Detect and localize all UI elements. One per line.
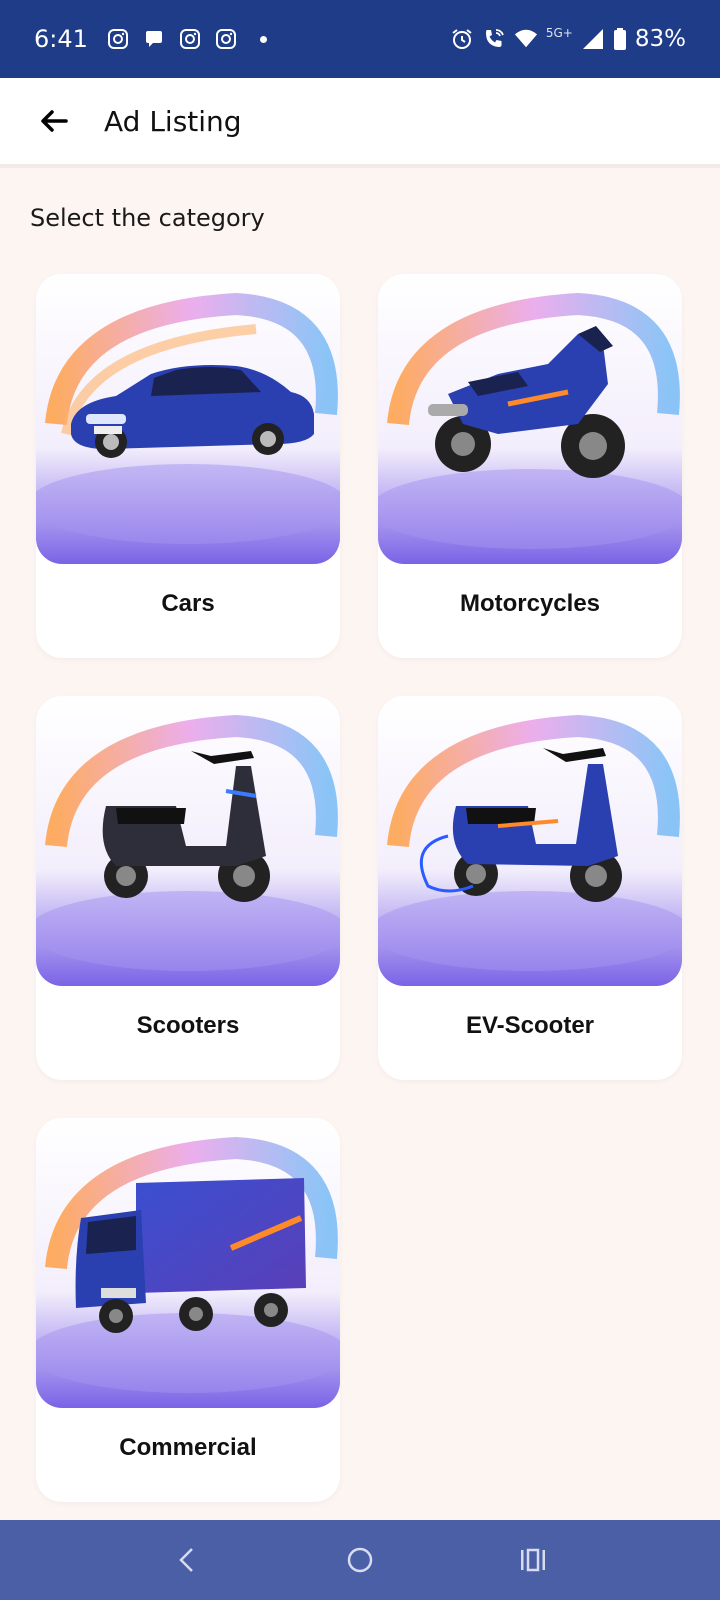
scooter-image <box>36 696 340 986</box>
nav-back-button[interactable] <box>157 1530 217 1590</box>
instagram-icon <box>106 27 130 51</box>
section-title: Select the category <box>30 204 265 232</box>
system-icons: 5G+ 83% <box>450 26 686 52</box>
category-label: EV-Scooter <box>465 1012 595 1039</box>
category-card-commercial[interactable]: Commercial <box>36 1118 340 1502</box>
status-bar: 6:41 5G+ 83% <box>0 0 720 78</box>
battery-percentage: 83% <box>634 26 686 52</box>
nav-recents-button[interactable] <box>503 1530 563 1590</box>
category-card-cars[interactable]: Cars <box>36 274 340 658</box>
alarm-icon <box>450 27 474 51</box>
car-image <box>36 274 340 564</box>
system-nav-bar <box>0 1520 720 1600</box>
notification-icons <box>106 27 267 51</box>
signal-icon <box>581 27 605 51</box>
nav-home-button[interactable] <box>330 1530 390 1590</box>
category-label: Motorcycles <box>459 590 601 617</box>
chevron-left-icon <box>178 1548 193 1572</box>
category-label: Commercial <box>119 1434 257 1461</box>
category-label: Cars <box>161 590 215 617</box>
category-card-scooters[interactable]: Scooters <box>36 696 340 1080</box>
back-button[interactable] <box>24 91 84 151</box>
instagram-icon <box>214 27 238 51</box>
motorcycle-image <box>378 274 682 564</box>
home-circle-icon <box>347 1547 373 1573</box>
chat-icon <box>142 27 166 51</box>
page-title: Ad Listing <box>104 104 242 138</box>
category-card-motorcycles[interactable]: Motorcycles <box>378 274 682 658</box>
ev-scooter-image <box>378 696 682 986</box>
category-card-ev-scooter[interactable]: EV-Scooter <box>378 696 682 1080</box>
recents-icon <box>521 1548 546 1572</box>
instagram-icon <box>178 27 202 51</box>
more-notifications-dot <box>259 35 267 43</box>
status-time: 6:41 <box>34 25 88 53</box>
app-header: Ad Listing <box>0 78 720 168</box>
arrow-left-icon <box>41 110 68 132</box>
wifi-call-icon <box>482 27 506 51</box>
network-type: 5G+ <box>545 26 573 40</box>
wifi-icon <box>514 27 538 51</box>
battery-icon <box>613 27 627 51</box>
commercial-truck-image <box>36 1118 340 1408</box>
category-label: Scooters <box>136 1012 240 1039</box>
